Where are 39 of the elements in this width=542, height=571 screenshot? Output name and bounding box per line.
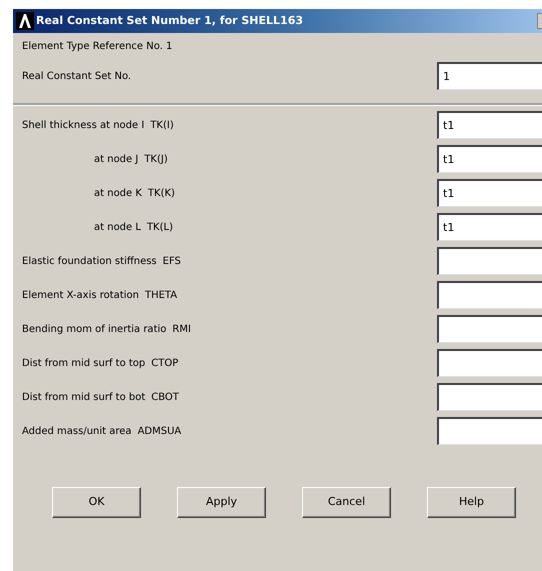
parameter-name: EFS (162, 254, 181, 268)
field-label: at node K (94, 186, 142, 200)
parameter-name: THETA (144, 288, 178, 302)
field-label: Dist from mid surf to bot (22, 390, 146, 404)
dialog-button[interactable]: Apply (177, 487, 266, 518)
set-number-label: Real Constant Set No. (22, 70, 132, 84)
value-field[interactable] (437, 383, 542, 411)
parameter-name: RMI (172, 322, 191, 336)
parameter-name: TK(K) (148, 186, 175, 200)
parameter-name: CBOT (151, 390, 179, 404)
value-field[interactable] (437, 349, 542, 377)
value-field[interactable] (437, 315, 542, 343)
value-field[interactable] (437, 417, 542, 445)
parameter-name: TK(J) (144, 152, 168, 166)
logo-icon (16, 12, 34, 30)
field-label: Elastic foundation stiffness (22, 254, 157, 268)
window-title: Real Constant Set Number 1, for SHELL163 (36, 12, 304, 29)
value-field[interactable] (437, 281, 542, 309)
parameter-name: TK(L) (146, 220, 173, 234)
parameter-name: TK(I) (150, 118, 174, 132)
field-label: Added mass/unit area (22, 424, 132, 438)
field-label: at node L (94, 220, 141, 234)
field-label: Element X-axis rotation (22, 288, 139, 302)
value-field[interactable]: t1 (437, 111, 542, 139)
field-label: Shell thickness at node I (22, 118, 144, 132)
value-field[interactable]: t1 (437, 145, 542, 173)
dialog-button[interactable]: OK (52, 487, 141, 518)
parameter-name: CTOP (151, 356, 178, 370)
parameter-name: ADMSUA (138, 424, 182, 438)
field-label: at node J (94, 152, 138, 166)
set-number-field[interactable]: 1 (437, 62, 542, 90)
dialog-button[interactable]: Cancel (302, 487, 391, 518)
field-label: Bending mom of inertia ratio (22, 322, 166, 336)
value-field[interactable]: t1 (437, 179, 542, 207)
field-label: Dist from mid surf to top (22, 356, 146, 370)
value-field[interactable] (437, 247, 542, 275)
dialog-button[interactable]: Help (427, 487, 516, 518)
element-type-label: Element Type Reference No. 1 (22, 40, 172, 54)
value-field[interactable]: t1 (437, 213, 542, 241)
